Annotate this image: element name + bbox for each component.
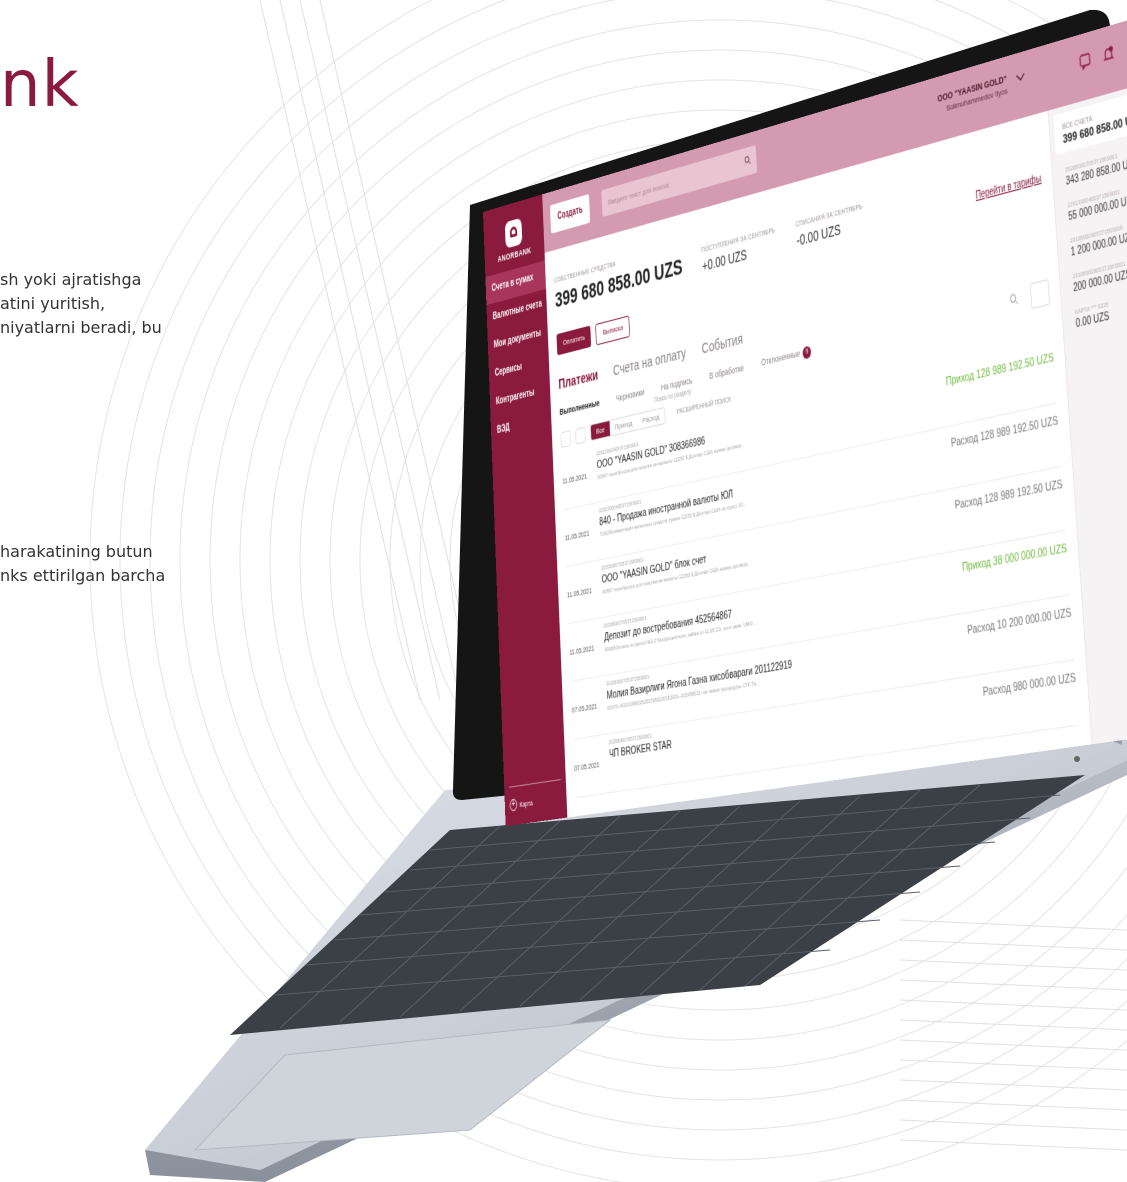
subtab-processing[interactable]: В обработке — [709, 363, 744, 381]
tab-payments[interactable]: Платежи — [558, 367, 598, 393]
pay-button[interactable]: Оплатить — [556, 325, 592, 356]
tx-date: 11.05.2021 — [562, 471, 588, 486]
rejected-count-badge: 9 — [802, 345, 812, 360]
anorbank-logo-icon — [504, 217, 523, 249]
statement-button[interactable]: Выписка — [595, 315, 631, 346]
chevron-down-icon[interactable] — [1016, 72, 1026, 83]
transactions-list: 11.05.2021 22613000405371569001 ООО "YAA… — [561, 340, 1080, 799]
header-actions — [1078, 30, 1127, 71]
outcome-month: Списания за сентябрь -0.00 UZS — [795, 203, 864, 248]
subtab-rejected[interactable]: Отклоненные 9 — [761, 345, 812, 369]
tx-date: 07.05.2021 — [573, 760, 600, 773]
subtab-rejected-label: Отклоненные — [760, 348, 801, 368]
search-icon[interactable] — [1009, 292, 1019, 307]
filter-income[interactable]: Приход — [609, 414, 637, 435]
tx-amount: Приход 38 000 000.00 UZS — [961, 541, 1068, 575]
sidebar-divider — [509, 779, 561, 788]
subtab-drafts[interactable]: Черновики — [616, 387, 645, 404]
create-button[interactable]: Создать — [549, 193, 591, 234]
bell-icon[interactable] — [1102, 44, 1116, 65]
income-month: Поступления за сентябрь +0.00 UZS — [701, 227, 776, 274]
company-switcher[interactable]: ООО "YAASIN GOLD" Solimuhammedov Ilyos — [937, 73, 1008, 115]
chart-icon[interactable] — [575, 426, 586, 445]
filter-icon[interactable] — [1029, 278, 1051, 310]
tx-date: 11.05.2021 — [569, 643, 595, 658]
export-icon[interactable] — [560, 429, 571, 448]
tx-date: 11.05.2021 — [564, 528, 590, 543]
banking-app-screen: ANORBANK Счета в сумах Валютные счета Мо… — [483, 8, 1127, 827]
add-card-button[interactable]: + Карта — [509, 796, 533, 812]
add-card-label: Карта — [519, 797, 533, 809]
advanced-search-link[interactable]: Расширенный поиск — [677, 396, 732, 416]
subtab-completed[interactable]: Выполненные — [559, 398, 599, 417]
filter-outcome[interactable]: Расход — [637, 408, 665, 429]
screen-layer: ANORBANK Счета в сумах Валютные счета Мо… — [0, 0, 1127, 1182]
brand-logo: ANORBANK — [484, 211, 545, 267]
plus-circle-icon: + — [509, 798, 518, 812]
filter-all[interactable]: Все — [590, 420, 611, 441]
tx-amount: Расход 980 000.00 UZS — [982, 671, 1077, 700]
tab-invoices[interactable]: Счета на оплату — [613, 345, 687, 380]
tx-date: 11.05.2021 — [566, 585, 592, 600]
chat-icon[interactable] — [1078, 51, 1092, 72]
tx-date: 07.05.2021 — [571, 701, 598, 715]
search-icon[interactable] — [744, 154, 751, 166]
tx-amount: Расход 10 200 000.00 UZS — [966, 606, 1072, 638]
sidebar-nav: Счета в сумах Валютные счета Мои докумен… — [485, 260, 551, 446]
own-funds: Собственные средства 399 680 858.00 UZS — [554, 243, 683, 313]
tx-amount: Приход 128 989 192.50 UZS — [945, 351, 1055, 389]
tab-events[interactable]: События — [701, 330, 743, 357]
